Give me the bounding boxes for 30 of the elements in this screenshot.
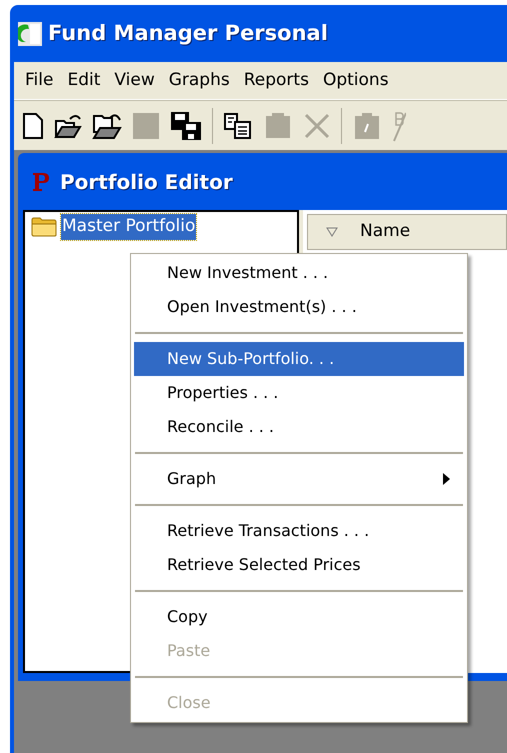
menu-item[interactable]: Retrieve Selected Prices (134, 548, 464, 582)
window-title: Fund Manager Personal (48, 20, 328, 47)
menu-item[interactable]: Edit (60, 68, 108, 94)
menu-item[interactable]: File (18, 68, 60, 94)
new-document-icon[interactable] (22, 112, 44, 138)
copy-icon[interactable] (223, 112, 253, 138)
menu-item[interactable]: Retrieve Transactions . . . (134, 514, 464, 548)
menu-item[interactable]: View (107, 68, 162, 94)
menu-item[interactable]: New Sub-Portfolio. . . (134, 342, 464, 376)
clipboard-icon[interactable] (352, 112, 382, 140)
letter-p-logo-icon (32, 172, 50, 192)
menu-item[interactable]: Graphs (162, 68, 237, 94)
sort-icon (326, 227, 338, 237)
menu-item[interactable]: New Investment . . . (134, 256, 464, 290)
menu-item[interactable]: Options (316, 68, 396, 94)
menu-item[interactable]: Reports (236, 68, 316, 94)
folder-icon (31, 216, 57, 237)
app-logo-icon (18, 22, 42, 46)
menu-item[interactable]: Properties . . . (134, 376, 464, 410)
open-folder-icon[interactable] (92, 112, 122, 140)
submenu-arrow-icon (443, 473, 450, 485)
menu-item[interactable]: Graph (134, 462, 464, 496)
column-header[interactable]: Name (307, 214, 507, 250)
window-title: Portfolio Editor (60, 168, 233, 196)
open-folder-icon[interactable] (54, 112, 82, 138)
menu-item[interactable]: Copy (134, 600, 464, 634)
tree-item[interactable]: Master Portfolio (61, 214, 196, 240)
floppy-disks-icon[interactable] (170, 110, 202, 140)
menu-item[interactable]: Open Investment(s) . . . (134, 290, 464, 324)
menu-item[interactable]: Reconcile . . . (134, 410, 464, 444)
